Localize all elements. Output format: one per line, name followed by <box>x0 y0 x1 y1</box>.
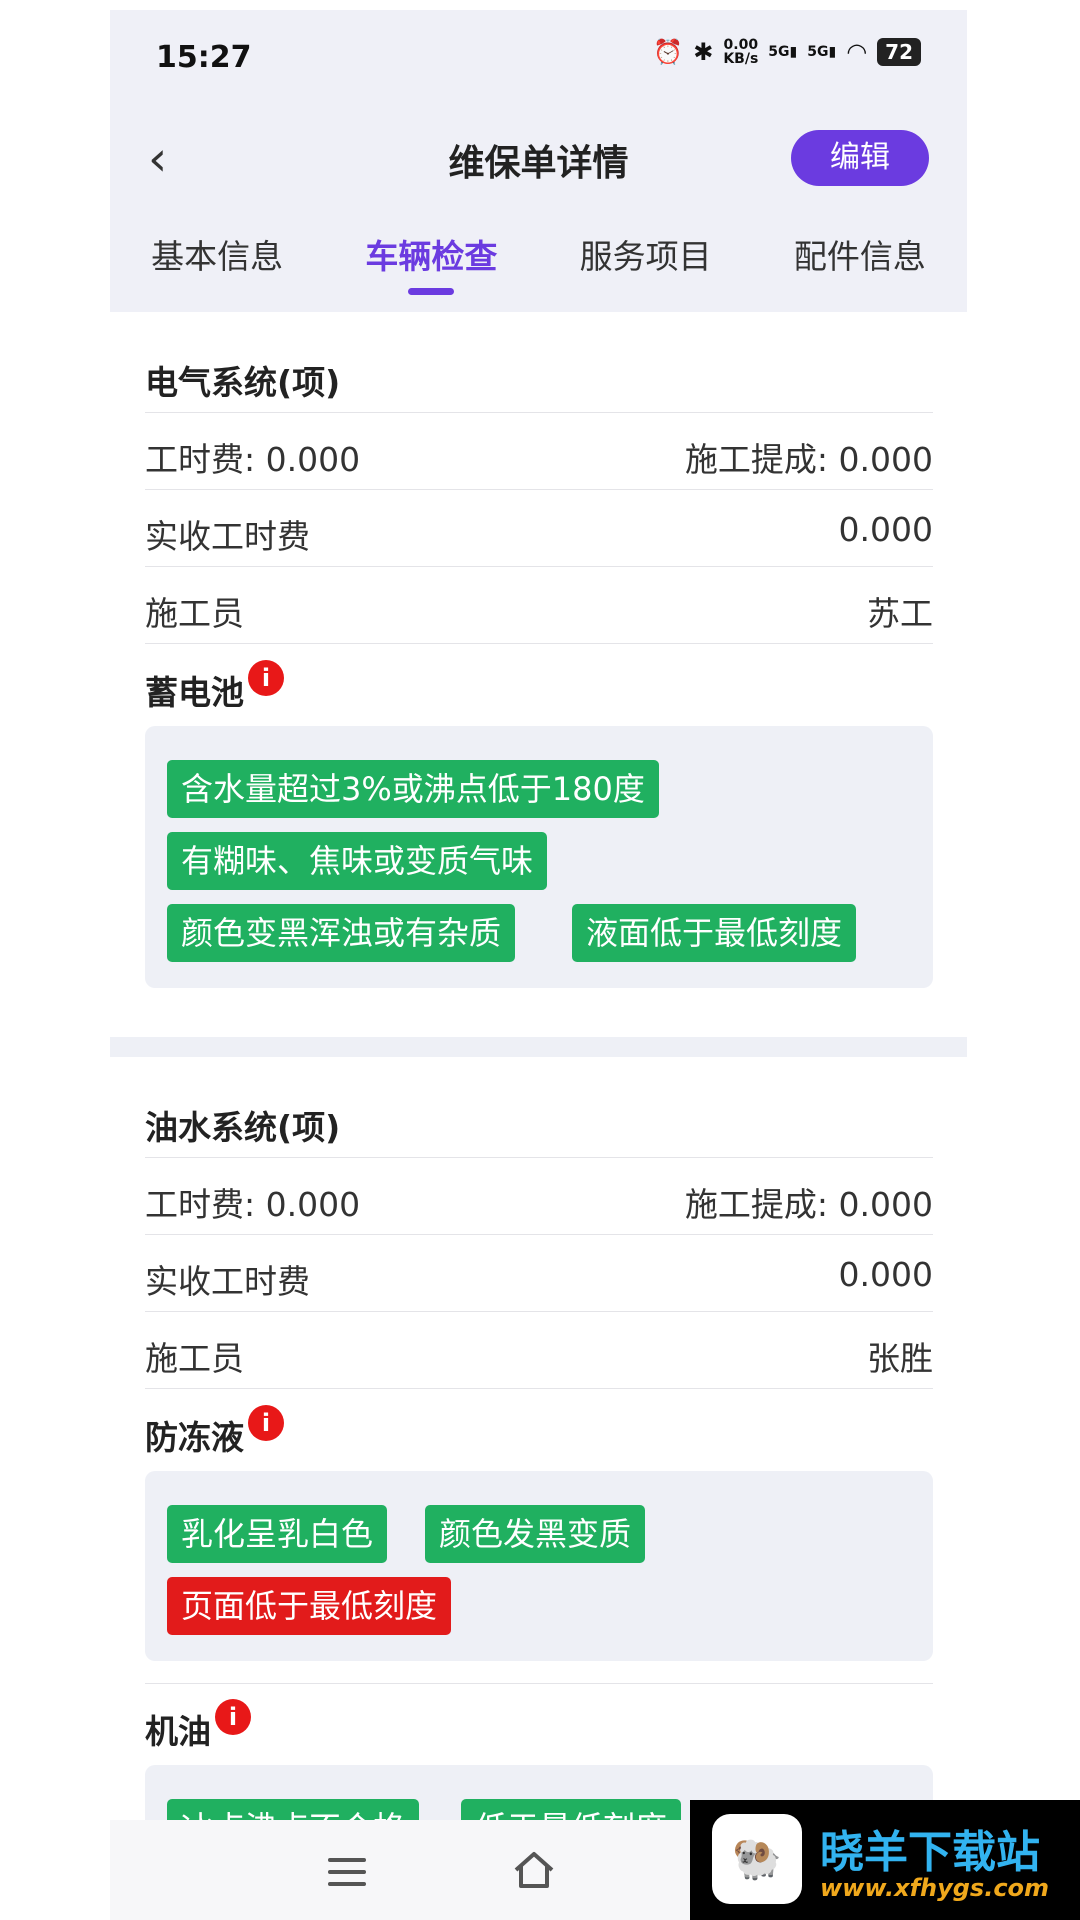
net1-label: 5G <box>768 44 790 60</box>
actual-fee-label: 实收工时费 <box>145 1262 310 1301</box>
tab-basic-info[interactable]: 基本信息 <box>117 220 317 300</box>
status-time: 15:27 <box>156 40 252 75</box>
phone-screen: 15:27 ⏰ ✱ 0.00 KB/s 5G▮ 5G▮ ◠ 72 ‹ 维保单详情 … <box>110 10 967 1920</box>
item-name: 机油 <box>145 1712 211 1751</box>
network-speed: 0.00 KB/s <box>723 38 758 66</box>
worker-value: 苏工 <box>867 594 933 633</box>
info-icon[interactable]: i <box>215 1699 251 1735</box>
row-divider <box>145 1683 933 1685</box>
status-icons: ⏰ ✱ 0.00 KB/s 5G▮ 5G▮ ◠ 72 <box>653 38 921 66</box>
item-name: 蓄电池 <box>145 673 244 712</box>
home-icon[interactable] <box>512 1850 556 1890</box>
item-title: 防冻液 i <box>145 1405 284 1459</box>
actual-fee-value: 0.000 <box>838 510 933 549</box>
nav-bar: ‹ 维保单详情 编辑 <box>110 110 967 210</box>
section-electrical: 电气系统(项) 工时费: 0.000 施工提成: 0.000 实收工时费 0.0… <box>110 312 967 1037</box>
actual-fee-value: 0.000 <box>838 1255 933 1294</box>
watermark: 🐏 晓羊下载站 www.xfhygs.com <box>690 1800 1080 1920</box>
fee-row: 工时费: 0.000 施工提成: 0.000 <box>145 412 933 489</box>
worker-row: 施工员 张胜 <box>145 1311 933 1388</box>
signal-5g-1: 5G▮ <box>768 44 798 60</box>
worker-label: 施工员 <box>145 1339 244 1378</box>
watermark-title: 晓羊下载站 <box>820 1827 1040 1878</box>
row-divider <box>145 1388 933 1390</box>
wifi-icon: ◠ <box>846 38 868 66</box>
tag: 颜色发黑变质 <box>425 1505 646 1563</box>
tag-box: 含水量超过3%或沸点低于180度 有糊味、焦味或变质气味 颜色变黑浑浊或有杂质 … <box>145 726 933 988</box>
status-bar: 15:27 ⏰ ✱ 0.00 KB/s 5G▮ 5G▮ ◠ 72 <box>110 10 967 100</box>
bluetooth-icon: ✱ <box>693 38 714 66</box>
item-title: 蓄电池 i <box>145 660 284 714</box>
actual-fee-label: 实收工时费 <box>145 517 310 556</box>
header: 15:27 ⏰ ✱ 0.00 KB/s 5G▮ 5G▮ ◠ 72 ‹ 维保单详情 … <box>110 10 967 312</box>
tab-vehicle-check[interactable]: 车辆检查 <box>331 220 531 300</box>
tag: 液面低于最低刻度 <box>572 904 857 962</box>
info-icon[interactable]: i <box>248 1405 284 1441</box>
tab-parts-info[interactable]: 配件信息 <box>760 220 960 300</box>
labor-fee: 工时费: 0.000 <box>145 1185 361 1224</box>
row-divider <box>145 643 933 645</box>
tab-service-items[interactable]: 服务项目 <box>546 220 746 300</box>
menu-icon[interactable] <box>328 1858 366 1888</box>
speed-unit: KB/s <box>723 51 759 67</box>
signal-5g-2: 5G▮ <box>807 44 837 60</box>
item-title: 机油 i <box>145 1699 251 1753</box>
worker-row: 施工员 苏工 <box>145 566 933 643</box>
tag: 有糊味、焦味或变质气味 <box>167 832 548 890</box>
tag: 页面低于最低刻度 <box>167 1577 452 1635</box>
tag-box: 乳化呈乳白色 颜色发黑变质 页面低于最低刻度 <box>145 1471 933 1661</box>
watermark-url: www.xfhygs.com <box>820 1874 1050 1902</box>
actual-fee-row: 实收工时费 0.000 <box>145 489 933 566</box>
section-oil-water: 油水系统(项) 工时费: 0.000 施工提成: 0.000 实收工时费 0.0… <box>110 1057 967 1885</box>
battery-icon: 72 <box>877 38 921 66</box>
section-title: 油水系统(项) <box>145 1108 341 1147</box>
net2-label: 5G <box>807 44 829 60</box>
actual-fee-row: 实收工时费 0.000 <box>145 1234 933 1311</box>
fee-row: 工时费: 0.000 施工提成: 0.000 <box>145 1157 933 1234</box>
commission: 施工提成: 0.000 <box>684 440 933 479</box>
item-name: 防冻液 <box>145 1418 244 1457</box>
tag: 乳化呈乳白色 <box>167 1505 388 1563</box>
tab-bar: 基本信息 车辆检查 服务项目 配件信息 <box>110 220 967 300</box>
commission: 施工提成: 0.000 <box>684 1185 933 1224</box>
section-title: 电气系统(项) <box>145 363 341 402</box>
edit-button[interactable]: 编辑 <box>791 130 929 186</box>
section-divider <box>110 1037 967 1057</box>
worker-label: 施工员 <box>145 594 244 633</box>
tag: 颜色变黑浑浊或有杂质 <box>167 904 516 962</box>
labor-fee: 工时费: 0.000 <box>145 440 361 479</box>
tag: 含水量超过3%或沸点低于180度 <box>167 760 659 818</box>
sheep-logo-icon: 🐏 <box>712 1814 802 1904</box>
info-icon[interactable]: i <box>248 660 284 696</box>
alarm-icon: ⏰ <box>653 38 684 66</box>
worker-value: 张胜 <box>867 1339 933 1378</box>
